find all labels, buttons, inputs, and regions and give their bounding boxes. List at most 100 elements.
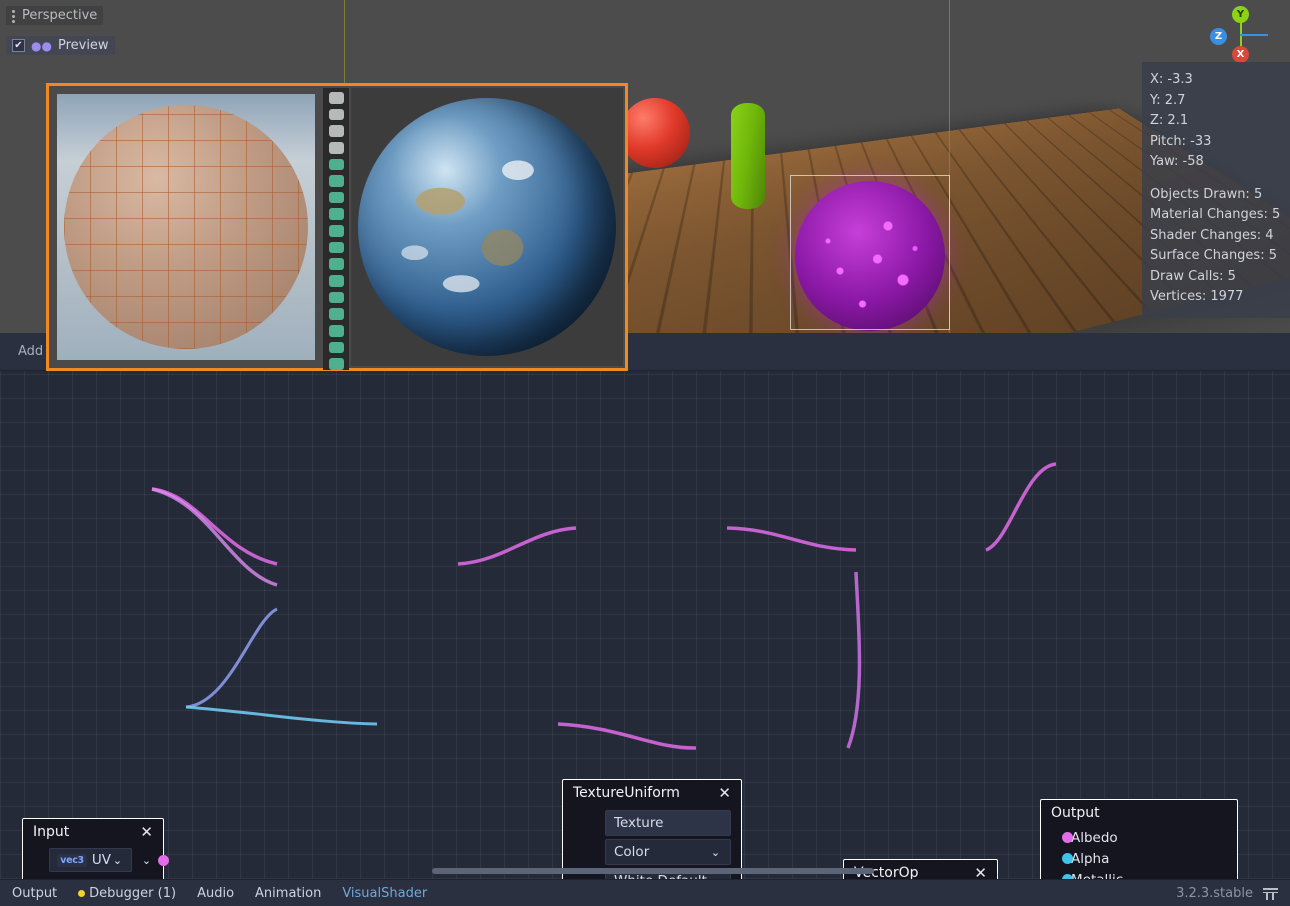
node-input-uv[interactable]: Input ✕ vec3 UV ⌄ ⌄	[22, 818, 164, 879]
stat-yaw: Yaw: -58	[1150, 152, 1290, 173]
stat-material-changes: Material Changes: 5	[1150, 205, 1290, 226]
node-output[interactable]: Output AlbedoAlphaMetallicRoughnessSpecu…	[1040, 799, 1238, 879]
gizmo-y-axis[interactable]: Y	[1232, 6, 1249, 23]
preview-label-text: Preview	[58, 38, 109, 53]
stat-camera-y: Y: 2.7	[1150, 91, 1290, 112]
output-port-list: AlbedoAlphaMetallicRoughnessSpecularEmis…	[1041, 825, 1237, 879]
gizmo-z-axis[interactable]: Z	[1210, 28, 1227, 45]
engine-version-label: 3.2.3.stable	[1176, 886, 1253, 901]
preview-toggle[interactable]: ✔ ●● Preview	[6, 36, 115, 55]
panel-tab-animation-label: Animation	[255, 886, 321, 901]
uniform-name-value: Texture	[614, 815, 663, 831]
pause-icon[interactable]	[329, 225, 344, 237]
ruler-icon[interactable]	[329, 159, 344, 171]
output-port-dot[interactable]	[1062, 853, 1073, 864]
axis-gizmo[interactable]: Y X Z	[1206, 6, 1262, 64]
red-sphere-mesh	[620, 98, 690, 168]
stat-vertices: Vertices: 1977	[1150, 287, 1290, 308]
output-port-dot[interactable]	[1062, 832, 1073, 843]
preview-render-view[interactable]	[351, 88, 623, 366]
output-port-row[interactable]: Albedo	[1041, 827, 1237, 848]
bottom-status-bar[interactable]: Output Debugger (1) Audio Animation Visu…	[0, 879, 1290, 906]
panel-tab-output[interactable]: Output	[12, 886, 57, 901]
panel-tab-audio[interactable]: Audio	[197, 886, 234, 901]
output-port-label: Albedo	[1071, 830, 1118, 846]
shader-preview-window[interactable]	[46, 83, 628, 371]
mode-select-icon[interactable]	[329, 109, 344, 121]
panel-tab-debugger-label: Debugger (1)	[89, 886, 176, 901]
add-node-button[interactable]: Add	[14, 342, 47, 361]
stat-objects-drawn: Objects Drawn: 5	[1150, 185, 1290, 206]
uniform-type-value: Color	[614, 844, 649, 860]
wireframe-globe-mesh	[64, 105, 308, 349]
perspective-menu-button[interactable]: Perspective	[6, 6, 103, 25]
warning-dot-icon	[78, 890, 85, 897]
layers-icon[interactable]	[329, 358, 344, 370]
panel-tab-audio-label: Audio	[197, 886, 234, 901]
status-right-group: 3.2.3.stable	[1176, 886, 1278, 901]
gizmo-x-axis[interactable]: X	[1232, 46, 1249, 63]
output-port-row[interactable]: Metallic	[1041, 869, 1237, 879]
node-header[interactable]: Output	[1041, 800, 1237, 825]
node-title: Output	[1051, 805, 1100, 821]
node-title: Input	[33, 824, 69, 840]
input-type-row[interactable]: vec3 UV ⌄ ⌄	[23, 846, 163, 874]
selection-bounds-box	[790, 175, 950, 330]
version-control-icon[interactable]	[1263, 887, 1278, 900]
output-port-uv[interactable]	[158, 855, 169, 866]
node-header[interactable]: TextureUniform ✕	[563, 780, 741, 805]
refresh-icon[interactable]	[329, 242, 344, 254]
shader-preview-icon: ●●	[31, 39, 52, 53]
node-body: vec3 UV ⌄ ⌄	[23, 844, 163, 879]
transform-icon[interactable]	[329, 325, 344, 337]
input-source-value: UV	[92, 852, 111, 868]
angle-icon[interactable]	[329, 175, 344, 187]
close-icon[interactable]: ✕	[716, 787, 733, 799]
stat-camera-z: Z: 2.1	[1150, 111, 1290, 132]
power-icon[interactable]	[329, 275, 344, 287]
stat-camera-x: X: -3.3	[1150, 70, 1290, 91]
target-icon[interactable]	[329, 292, 344, 304]
preview-checkbox[interactable]: ✔	[12, 39, 25, 52]
stat-shader-changes: Shader Changes: 4	[1150, 226, 1290, 247]
panel-tab-output-label: Output	[12, 886, 57, 901]
node-texture-uniform-1[interactable]: TextureUniform ✕ Texture Color ⌄ White D…	[562, 779, 742, 879]
close-icon[interactable]: ✕	[138, 826, 155, 838]
trash-icon[interactable]	[329, 308, 344, 320]
paint-icon[interactable]	[329, 342, 344, 354]
panel-tab-animation[interactable]: Animation	[255, 886, 321, 901]
kebab-menu-icon	[12, 9, 16, 23]
paste-icon[interactable]	[329, 208, 344, 220]
node-header[interactable]: Input ✕	[23, 819, 163, 844]
output-port-label: Alpha	[1071, 851, 1109, 867]
vec3-type-icon: vec3	[57, 854, 87, 867]
uniform-type-select[interactable]: Color ⌄	[605, 839, 731, 865]
input-source-select[interactable]: vec3 UV ⌄	[49, 848, 132, 872]
rotate-icon[interactable]	[329, 142, 344, 154]
close-icon[interactable]: ✕	[972, 867, 989, 879]
panel-tab-debugger[interactable]: Debugger (1)	[78, 886, 176, 901]
stat-draw-calls: Draw Calls: 5	[1150, 267, 1290, 288]
move-icon[interactable]	[329, 125, 344, 137]
stat-surface-changes: Surface Changes: 5	[1150, 246, 1290, 267]
panel-tab-visualshader-label: VisualShader	[342, 886, 427, 901]
stats-spacer	[1150, 173, 1290, 185]
output-port-row[interactable]: Alpha	[1041, 848, 1237, 869]
preview-wireframe-view[interactable]	[57, 94, 315, 360]
earth-globe-mesh	[358, 98, 616, 356]
port-expand-icon[interactable]: ⌄	[140, 854, 153, 867]
uniform-name-input[interactable]: Texture	[605, 810, 731, 836]
panel-tab-visualshader[interactable]: VisualShader	[342, 886, 427, 901]
stat-pitch: Pitch: -33	[1150, 132, 1290, 153]
node-title: TextureUniform	[573, 785, 680, 801]
output-port-label: Metallic	[1071, 872, 1123, 880]
chevron-down-icon: ⌄	[709, 846, 722, 859]
home-icon[interactable]	[329, 258, 344, 270]
preview-tool-strip[interactable]	[323, 88, 349, 370]
chevron-down-icon: ⌄	[111, 854, 124, 867]
visual-shader-graph-canvas[interactable]: Input ✕ vec3 UV ⌄ ⌄ Input ✕ flt	[0, 371, 1290, 879]
copy-icon[interactable]	[329, 192, 344, 204]
gizmo-z-line	[1240, 34, 1268, 36]
graph-horizontal-scrollbar[interactable]	[432, 868, 874, 874]
lock-icon[interactable]	[329, 92, 344, 104]
